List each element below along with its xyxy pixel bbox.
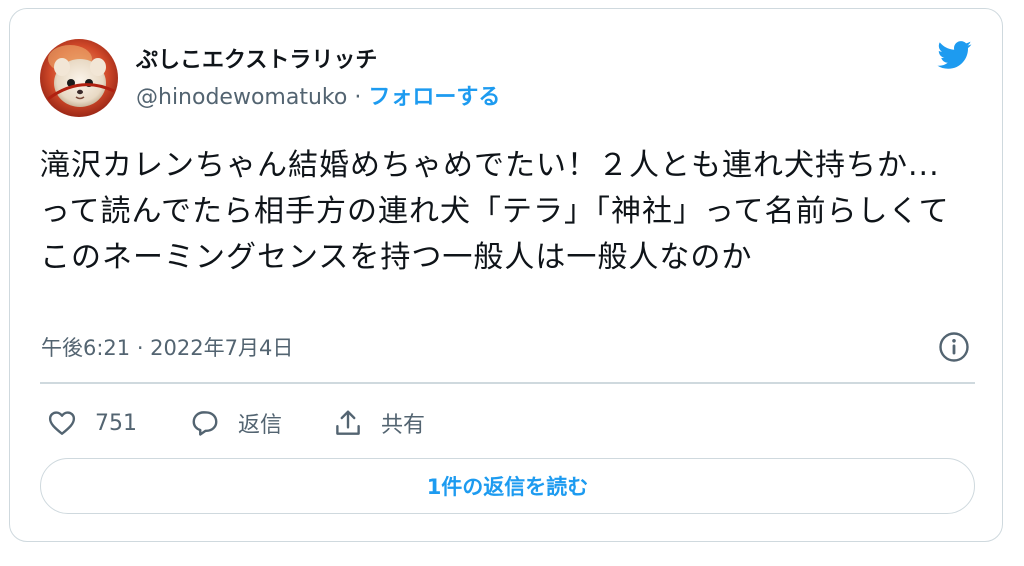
- avatar-photo-icon: [40, 39, 118, 117]
- heart-icon: [48, 411, 76, 435]
- author-handle[interactable]: @hinodewomatuko: [136, 85, 347, 110]
- follow-button[interactable]: フォローする: [368, 85, 500, 110]
- handle-separator: ·: [354, 85, 362, 110]
- share-button[interactable]: 共有: [333, 405, 425, 441]
- speech-bubble-icon: [192, 411, 218, 436]
- divider: [40, 382, 975, 384]
- author-display-name[interactable]: ぷしこエクストラリッチ: [136, 42, 377, 74]
- tweet-timestamp[interactable]: 午後6:21 · 2022年7月4日: [41, 332, 293, 362]
- author-handle-row: @hinodewomatuko · フォローする: [136, 79, 500, 111]
- reply-button[interactable]: 返信: [190, 405, 282, 441]
- twitter-bird-icon[interactable]: [932, 37, 976, 73]
- like-button[interactable]: 751: [47, 405, 137, 441]
- avatar[interactable]: [40, 39, 118, 117]
- read-replies-button[interactable]: 1件の返信を読む: [40, 458, 975, 514]
- info-icon[interactable]: [938, 331, 970, 363]
- like-count: 751: [95, 410, 137, 436]
- share-label: 共有: [381, 413, 426, 438]
- reply-label: 返信: [238, 413, 283, 438]
- tweet-card: ぷしこエクストラリッチ @hinodewomatuko · フォローする 滝沢カ…: [9, 8, 1003, 542]
- tweet-text: 滝沢カレンちゃん結婚めちゃめでたい！２人とも連れ犬持ちか...って読んでたら相手…: [40, 148, 950, 275]
- share-upload-icon: [336, 410, 360, 435]
